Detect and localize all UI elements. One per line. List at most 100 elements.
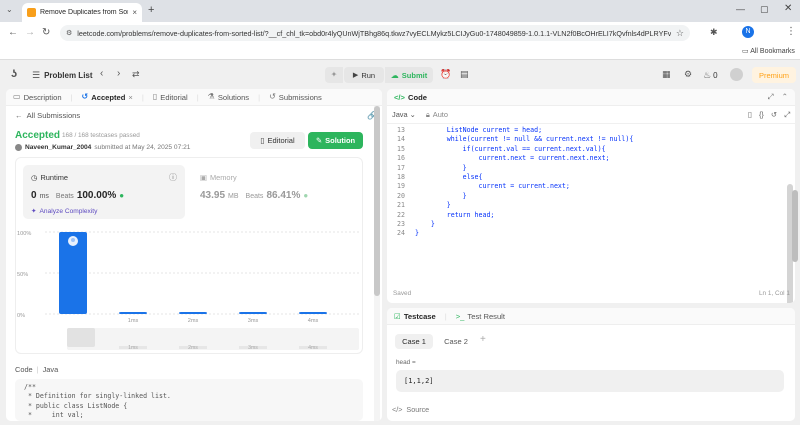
streak-counter[interactable]: ♨ 0 bbox=[703, 70, 718, 81]
upload-icon: ☁ bbox=[390, 70, 399, 80]
code-panel: </> Code ⤢ ⌃ Java ⌄ 🔒︎ Auto ▯ {} ↺ ⤢ 13 … bbox=[387, 89, 795, 303]
settings-gear-icon[interactable]: ⚙ bbox=[684, 69, 692, 80]
tab-testcase[interactable]: ☑ Testcase bbox=[394, 312, 436, 321]
folder-icon: ▭ bbox=[742, 48, 749, 55]
add-case-button[interactable]: + bbox=[480, 334, 486, 345]
browser-menu-icon[interactable]: ⋮ bbox=[786, 26, 796, 37]
language-select[interactable]: Java ⌄ bbox=[392, 110, 416, 119]
submit-button[interactable]: ☁ Submit bbox=[385, 67, 433, 83]
close-window-icon[interactable]: ✕ bbox=[784, 3, 792, 14]
solution-edit-icon: ✎ bbox=[315, 136, 323, 145]
line-text: current = current.next; bbox=[415, 182, 570, 191]
close-tab-icon[interactable]: × bbox=[132, 8, 137, 17]
site-info-icon[interactable]: ⚙ bbox=[66, 29, 72, 37]
flask-icon: ⚗ bbox=[207, 92, 215, 101]
memory-emoji-icon: ● bbox=[303, 191, 309, 200]
profile-avatar[interactable]: N bbox=[742, 26, 754, 38]
timer-icon[interactable]: ⏰ bbox=[440, 69, 451, 80]
user-avatar[interactable] bbox=[730, 68, 743, 81]
leetcode-logo-icon[interactable]: ʖ bbox=[11, 68, 17, 80]
overview-label: 3ms bbox=[248, 345, 258, 351]
tab-submissions[interactable]: ↺ Submissions bbox=[269, 93, 322, 102]
code-editor[interactable]: 13 ListNode current = head; 14 while(curr… bbox=[387, 126, 787, 276]
address-bar[interactable]: ⚙ leetcode.com/problems/remove-duplicate… bbox=[60, 25, 690, 41]
run-button[interactable]: ▶ Run bbox=[344, 67, 384, 83]
streak-count: 0 bbox=[713, 71, 718, 80]
line-number: 15 bbox=[397, 144, 405, 153]
source-toggle[interactable]: </> Source bbox=[392, 405, 429, 414]
code-line: 21 } bbox=[387, 201, 787, 210]
prev-problem-icon[interactable]: ‹ bbox=[100, 68, 103, 79]
code-line: 13 ListNode current = head; bbox=[387, 126, 787, 135]
reset-icon[interactable]: ↺ bbox=[771, 110, 777, 120]
chart-bar[interactable] bbox=[179, 312, 207, 314]
code-preview-block: /** * Definition for singly-linked list.… bbox=[15, 379, 363, 421]
page-scrollbar-thumb[interactable] bbox=[792, 190, 798, 262]
analyze-complexity-link[interactable]: ✦ Analyze Complexity bbox=[31, 207, 97, 216]
code-line: 19 current = current.next; bbox=[387, 182, 787, 191]
case-1-button[interactable]: Case 1 bbox=[395, 334, 433, 349]
forward-icon[interactable]: → bbox=[25, 27, 35, 38]
chart-bar[interactable] bbox=[299, 312, 327, 314]
all-bookmarks-link[interactable]: ▭ All Bookmarks bbox=[742, 47, 795, 55]
sparkle-icon: ✦ bbox=[31, 208, 37, 215]
problem-list-label: Problem List bbox=[44, 71, 93, 80]
code-title-label: Code bbox=[407, 92, 427, 102]
close-tab-accepted-icon[interactable]: × bbox=[128, 93, 132, 102]
case-2-button[interactable]: Case 2 bbox=[437, 334, 475, 349]
tab-description[interactable]: ▭ Description bbox=[13, 93, 62, 102]
browser-tab[interactable]: Remove Duplicates from Sorted × bbox=[22, 3, 142, 22]
line-text: else{ bbox=[415, 172, 483, 181]
submission-author: Naveen_Kumar_2004 submitted at May 24, 2… bbox=[15, 144, 190, 151]
shuffle-icon[interactable]: ⇄ bbox=[132, 69, 140, 80]
premium-button[interactable]: Premium bbox=[752, 67, 796, 83]
maximize-icon[interactable]: ▢ bbox=[760, 4, 769, 15]
memory-card[interactable]: ▣ Memory 43.95 MB Beats 86.41% ● bbox=[192, 165, 357, 219]
bookmark-star-icon[interactable]: ☆ bbox=[676, 28, 684, 39]
tab-editorial[interactable]: ▯ Editorial bbox=[153, 93, 188, 102]
back-icon[interactable]: ← bbox=[8, 27, 18, 38]
line-number: 17 bbox=[397, 163, 405, 172]
new-tab-button[interactable]: + bbox=[148, 4, 154, 16]
left-scrollbar-thumb[interactable] bbox=[374, 106, 380, 296]
bookmark-icon[interactable]: ▯ bbox=[748, 110, 752, 120]
author-name[interactable]: Naveen_Kumar_2004 bbox=[25, 144, 91, 151]
code-panel-header: </> Code ⤢ ⌃ bbox=[387, 89, 795, 106]
runtime-distribution-chart[interactable]: 100% 50% 0% 1ms 2ms 3ms 4ms 1ms 2ms 3ms 4ms bbox=[15, 224, 363, 352]
tab-solutions[interactable]: ⚗ Solutions bbox=[208, 93, 249, 102]
code-title: </> Code bbox=[394, 93, 427, 102]
all-submissions-link[interactable]: ← All Submissions bbox=[15, 111, 80, 120]
author-avatar[interactable] bbox=[15, 144, 22, 151]
runtime-info-icon[interactable]: ⓘ bbox=[169, 172, 177, 183]
overview-label: 2ms bbox=[188, 345, 198, 351]
line-text: } bbox=[415, 229, 419, 238]
collapse-icon[interactable]: ⌃ bbox=[782, 92, 788, 102]
overview-window[interactable] bbox=[67, 328, 95, 347]
tab-search-icon[interactable]: ⌄ bbox=[6, 6, 13, 14]
history-icon: ↺ bbox=[81, 92, 89, 101]
left-scrollbar-track[interactable] bbox=[374, 106, 380, 421]
notes-icon[interactable]: ▤ bbox=[460, 69, 469, 80]
editorial-button[interactable]: ▯ Editorial bbox=[250, 132, 305, 149]
problem-list-link[interactable]: ☰ Problem List bbox=[32, 70, 93, 81]
runtime-card[interactable]: ◷ Runtime ⓘ 0 ms Beats 100.00% ● ✦ Analy… bbox=[23, 165, 185, 219]
chart-bar[interactable] bbox=[119, 312, 147, 314]
solution-button[interactable]: ✎ Solution bbox=[308, 132, 363, 149]
fullscreen-icon[interactable]: ⤢ bbox=[768, 92, 774, 102]
format-braces-icon[interactable]: {} bbox=[759, 110, 764, 120]
minimize-icon[interactable]: — bbox=[736, 4, 745, 14]
layout-icon[interactable]: ▦ bbox=[662, 69, 671, 80]
clock-icon: ◷ bbox=[31, 173, 38, 182]
tab-accepted[interactable]: ↺ Accepted × bbox=[82, 93, 133, 102]
debug-icon[interactable]: ✦ bbox=[325, 67, 343, 83]
next-problem-icon[interactable]: › bbox=[117, 68, 120, 79]
expand-icon[interactable]: ⤢ bbox=[784, 110, 790, 120]
testcase-input[interactable]: [1,1,2] bbox=[396, 370, 784, 392]
auto-mode[interactable]: 🔒︎ Auto bbox=[426, 110, 448, 120]
line-number: 16 bbox=[397, 154, 405, 163]
tab-test-result[interactable]: >_ Test Result bbox=[456, 312, 505, 321]
extensions-icon[interactable]: ✱ bbox=[710, 27, 718, 38]
memory-value: 43.95 bbox=[200, 190, 226, 201]
chart-bar[interactable] bbox=[239, 312, 267, 314]
reload-icon[interactable]: ↻ bbox=[42, 27, 50, 38]
